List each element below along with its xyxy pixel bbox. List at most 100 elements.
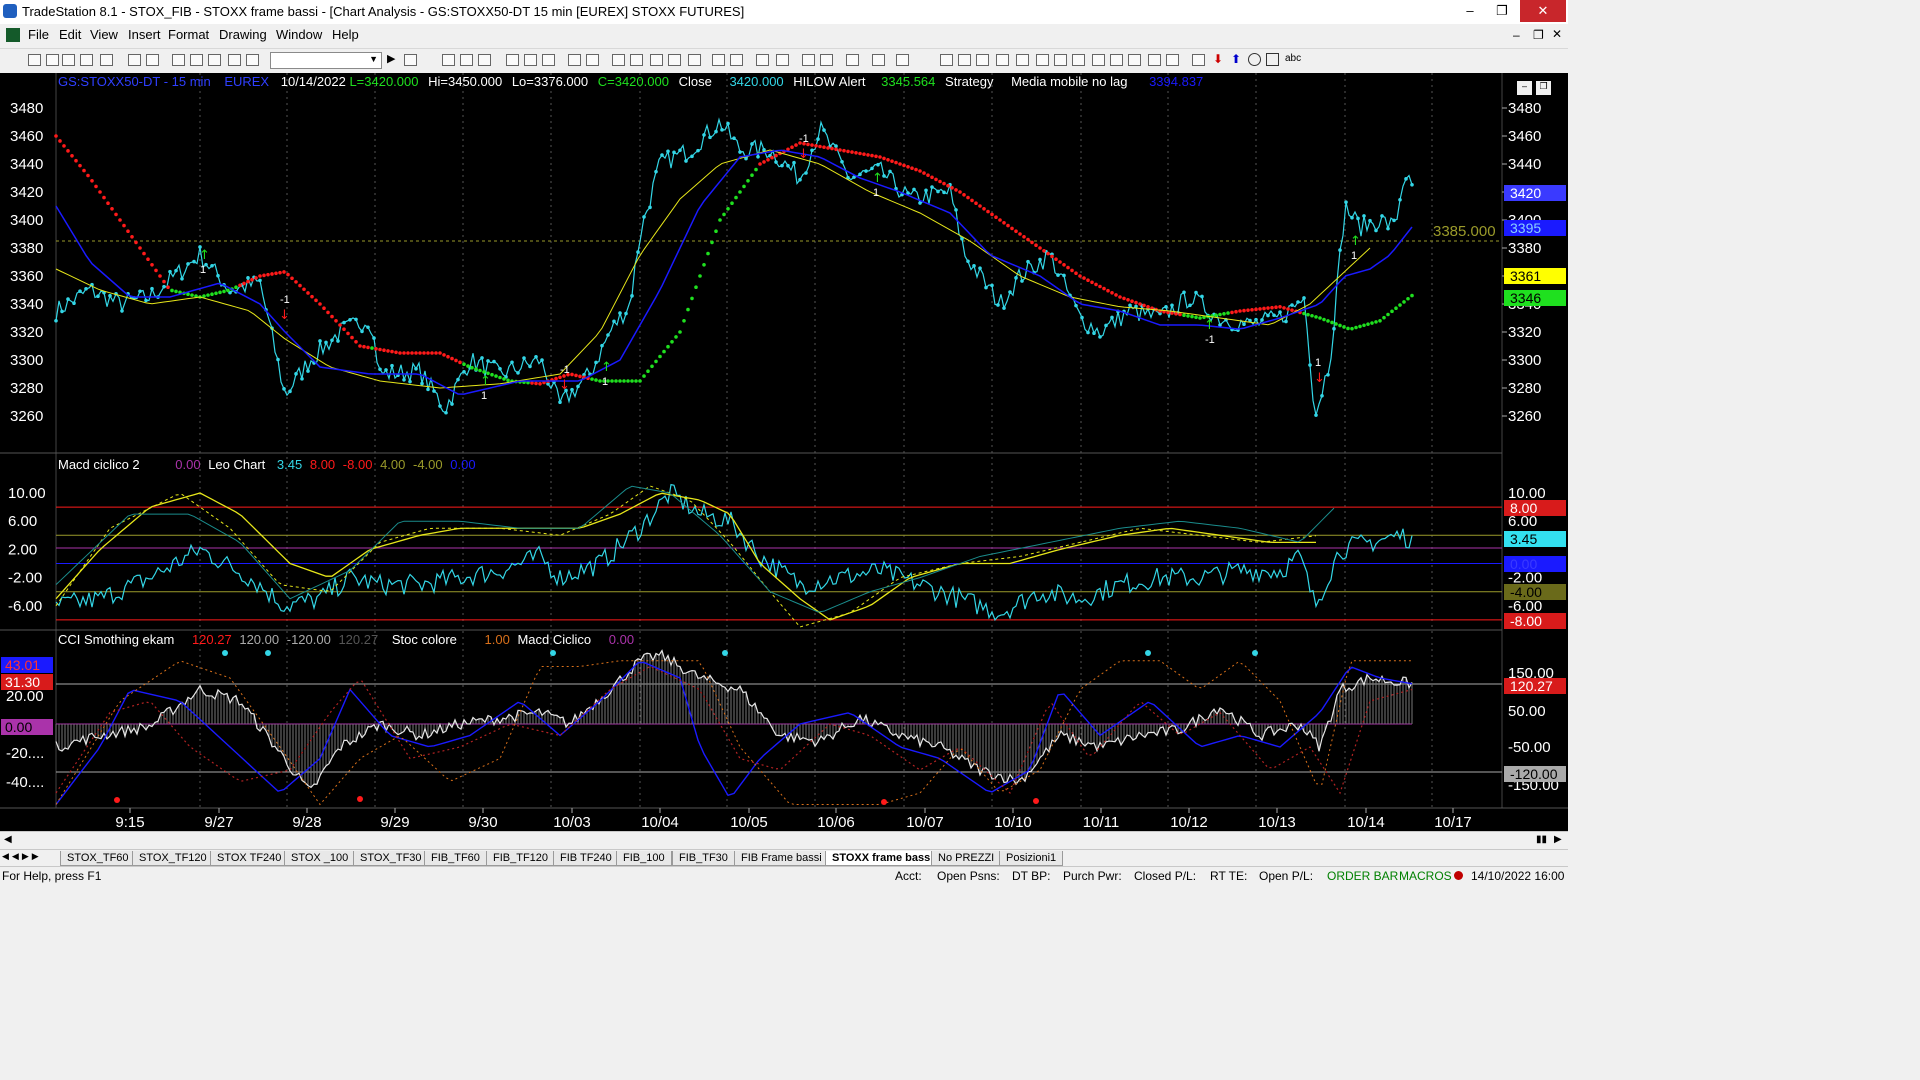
vertical-lines-icon[interactable]: [958, 54, 971, 66]
line-chart-icon[interactable]: [688, 54, 701, 66]
cut-icon[interactable]: [172, 54, 185, 66]
hilow-dot: [698, 274, 702, 278]
trendline-icon[interactable]: [940, 54, 953, 66]
arrow-both-icon[interactable]: [1110, 54, 1123, 66]
chart-analysis-window[interactable]: 3480348034603460344034403420342034003400…: [0, 73, 1568, 831]
menu-help[interactable]: Help: [332, 27, 359, 42]
chart-canvas[interactable]: 3480348034603460344034403420342034003400…: [0, 73, 1568, 831]
panel-restore-button[interactable]: ❐: [1536, 81, 1551, 95]
menu-file[interactable]: File: [28, 27, 49, 42]
quote-icon[interactable]: [612, 54, 625, 66]
date-axis-label: 10/12: [1170, 814, 1208, 831]
fib-fan-icon[interactable]: [1092, 54, 1105, 66]
menu-insert[interactable]: Insert: [128, 27, 161, 42]
maximize-button[interactable]: ❐: [1486, 0, 1518, 22]
tab-fib-frame-bassi[interactable]: FIB Frame bassi: [734, 851, 829, 866]
mdi-minimize-button[interactable]: –: [1513, 28, 1520, 42]
alert-icon[interactable]: [228, 54, 241, 66]
tab-fib-tf30[interactable]: FIB_TF30: [672, 851, 735, 866]
matrix-icon[interactable]: [478, 54, 491, 66]
indicator-icon[interactable]: [506, 54, 519, 66]
close-button[interactable]: ✕: [1520, 0, 1566, 22]
arrow-down-icon[interactable]: ⬇: [1213, 52, 1223, 66]
chart-window-icon[interactable]: [6, 28, 20, 42]
scroll-thumb-icon[interactable]: ▮▮: [1536, 834, 1547, 845]
tab-stox-100[interactable]: STOX _100: [284, 851, 356, 866]
hand-icon[interactable]: [820, 54, 833, 66]
tab-no-prezzi[interactable]: No PREZZI: [931, 851, 1002, 866]
bar-type-icon[interactable]: [568, 54, 581, 66]
ellipse-icon[interactable]: [1248, 53, 1261, 66]
arc-icon[interactable]: [1148, 54, 1161, 66]
curve-icon[interactable]: [1192, 54, 1205, 66]
calc-icon[interactable]: [896, 54, 909, 66]
hilow-dot: [1382, 315, 1386, 320]
folder-icon[interactable]: [80, 54, 93, 66]
tab-fib-tf240[interactable]: FIB TF240: [553, 851, 619, 866]
gann-fan-icon[interactable]: [1036, 54, 1049, 66]
save-icon[interactable]: [62, 54, 75, 66]
minimize-button[interactable]: –: [1454, 0, 1486, 22]
horizontal-line-icon[interactable]: [976, 54, 989, 66]
macros-button[interactable]: MACROS: [1399, 869, 1452, 883]
mdi-close-button[interactable]: ✕: [1552, 27, 1562, 41]
globe-icon[interactable]: [246, 54, 259, 66]
new-icon[interactable]: [28, 54, 41, 66]
tab-fib-tf60[interactable]: FIB_TF60: [424, 851, 487, 866]
news-icon[interactable]: [630, 54, 643, 66]
scroll-right-icon[interactable]: ▶: [1554, 834, 1562, 845]
parallel-icon[interactable]: [1128, 54, 1141, 66]
strategy-icon[interactable]: [524, 54, 537, 66]
pointer-icon[interactable]: [802, 54, 815, 66]
speed-lines-icon[interactable]: [1054, 54, 1067, 66]
andrews-fork-icon[interactable]: [1016, 54, 1029, 66]
tab-stox-tf240[interactable]: STOX TF240: [210, 851, 289, 866]
tab-posizioni1[interactable]: Posizioni1: [999, 851, 1064, 866]
pen-icon[interactable]: [1166, 54, 1179, 66]
data-window-icon[interactable]: [586, 54, 599, 66]
order-bar-button[interactable]: ORDER BAR: [1327, 869, 1398, 883]
candle-icon[interactable]: [650, 54, 663, 66]
tab-nav-icon[interactable]: ◀◀▶▶: [2, 851, 42, 862]
tab-fib-100[interactable]: FIB_100: [616, 851, 672, 866]
tab-fib-tf120[interactable]: FIB_TF120: [486, 851, 556, 866]
menu-view[interactable]: View: [90, 27, 118, 42]
rectangle-icon[interactable]: [1266, 53, 1279, 66]
panel-minimize-button[interactable]: –: [1517, 81, 1532, 95]
tab-stoxx-frame-bassi[interactable]: STOXX frame bassi: [825, 851, 941, 866]
horizontal-scrollbar[interactable]: ◀ ▮▮ ▶: [0, 831, 1568, 850]
open-icon[interactable]: [46, 54, 59, 66]
symbol-combo[interactable]: ▼: [270, 52, 382, 69]
menu-drawing[interactable]: Drawing: [219, 27, 267, 42]
tools-icon[interactable]: [846, 54, 859, 66]
format-icon[interactable]: [542, 54, 555, 66]
shift-right-icon[interactable]: [730, 54, 743, 66]
shift-left-icon[interactable]: [712, 54, 725, 66]
order-icon[interactable]: [872, 54, 885, 66]
menu-edit[interactable]: Edit: [59, 27, 81, 42]
radar-screen-icon[interactable]: [460, 54, 473, 66]
menu-format[interactable]: Format: [168, 27, 209, 42]
status-bar: For Help, press F1 Acct: Open Psns: DT B…: [0, 866, 1568, 885]
print-preview-icon[interactable]: [146, 54, 159, 66]
mdi-restore-button[interactable]: ❐: [1533, 28, 1544, 42]
open-workspace-icon[interactable]: [100, 54, 113, 66]
tab-stox-tf60[interactable]: STOX_TF60: [60, 851, 136, 866]
zoom-out-icon[interactable]: [776, 54, 789, 66]
ohlc-icon[interactable]: [668, 54, 681, 66]
tab-stox-tf120[interactable]: STOX_TF120: [132, 851, 214, 866]
tab-stox-tf30[interactable]: STOX_TF30: [353, 851, 429, 866]
fibonacci-icon[interactable]: [996, 54, 1009, 66]
text-icon[interactable]: abc: [1285, 53, 1301, 64]
regression-icon[interactable]: [1072, 54, 1085, 66]
print-icon[interactable]: [128, 54, 141, 66]
scroll-left-icon[interactable]: ◀: [4, 834, 12, 845]
chart-analysis-icon[interactable]: [442, 54, 455, 66]
arrow-up-icon[interactable]: ⬆: [1231, 52, 1241, 66]
lock-icon[interactable]: [208, 54, 221, 66]
copy-icon[interactable]: [190, 54, 203, 66]
go-arrow-icon[interactable]: ▶: [387, 52, 395, 65]
find-icon[interactable]: [404, 54, 417, 66]
menu-window[interactable]: Window: [276, 27, 322, 42]
zoom-in-icon[interactable]: [756, 54, 769, 66]
